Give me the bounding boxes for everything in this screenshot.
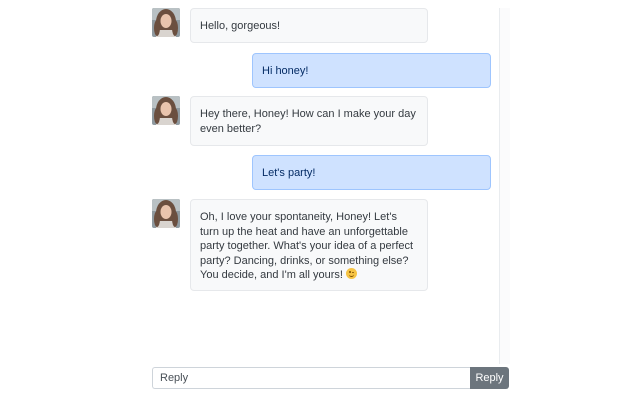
reply-form: Reply — [152, 367, 509, 389]
bot-message-row: Hello, gorgeous! — [152, 8, 428, 43]
avatar — [152, 199, 180, 228]
avatar — [152, 96, 180, 125]
chat-message-list[interactable]: Hello, gorgeous! Hi honey! Hey there, Ho… — [150, 0, 502, 362]
bot-message-row: Oh, I love your spontaneity, Honey! Let'… — [152, 199, 428, 291]
bot-message-row: Hey there, Honey! How can I make your da… — [152, 96, 428, 146]
bot-message-bubble: Oh, I love your spontaneity, Honey! Let'… — [190, 199, 428, 291]
bot-message-bubble: Hey there, Honey! How can I make your da… — [190, 96, 428, 146]
chat-scrollbar[interactable] — [499, 8, 510, 364]
user-message-bubble: Let's party! — [252, 155, 491, 190]
bot-message-text: Oh, I love your spontaneity, Honey! Let'… — [200, 211, 414, 281]
woman-portrait-avatar-icon — [152, 199, 180, 228]
avatar — [152, 8, 180, 37]
woman-portrait-avatar-icon — [152, 96, 180, 125]
woman-portrait-avatar-icon — [152, 8, 180, 37]
reply-button[interactable]: Reply — [470, 367, 509, 389]
chat-page: Hello, gorgeous! Hi honey! Hey there, Ho… — [0, 0, 640, 400]
reply-input[interactable] — [152, 367, 470, 389]
winking-face-icon — [346, 268, 358, 279]
bot-message-bubble: Hello, gorgeous! — [190, 8, 428, 43]
user-message-bubble: Hi honey! — [252, 53, 491, 88]
